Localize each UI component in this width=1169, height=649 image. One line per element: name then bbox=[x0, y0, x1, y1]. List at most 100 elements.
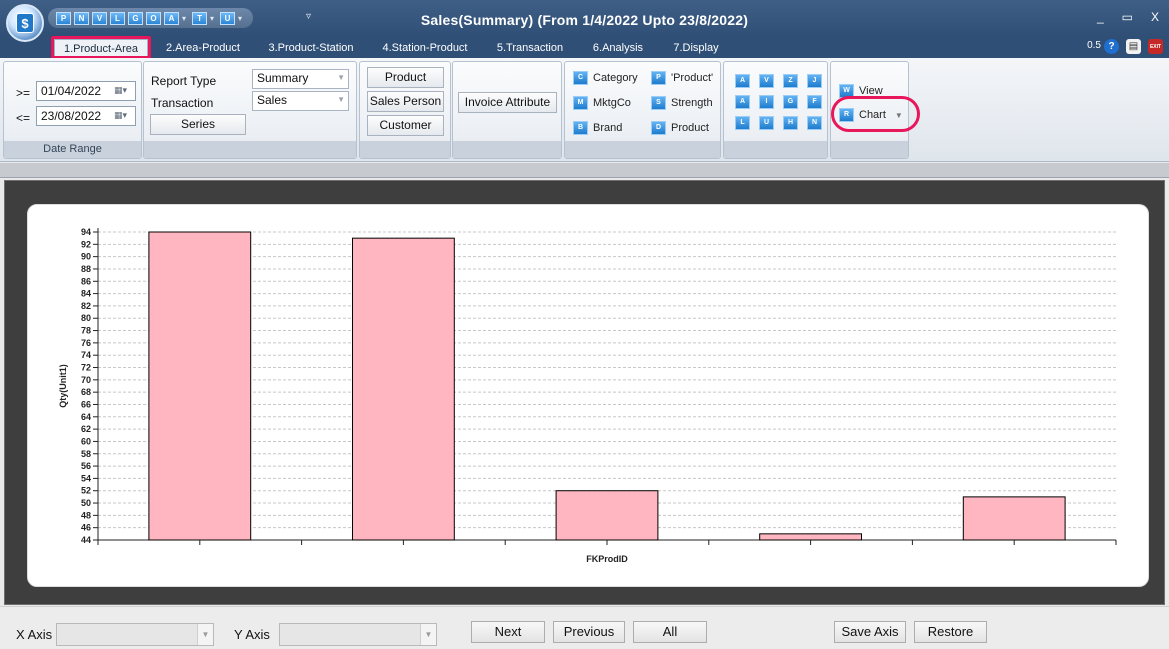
group-caption bbox=[144, 141, 356, 158]
minimize-button[interactable]: _ bbox=[1097, 10, 1104, 24]
app-logo[interactable]: $ bbox=[6, 4, 44, 42]
group-caption bbox=[360, 141, 450, 158]
sort-icon[interactable]: G bbox=[783, 95, 798, 109]
group-caption bbox=[724, 141, 827, 158]
bar bbox=[962, 496, 1066, 541]
category-label: Category bbox=[593, 72, 638, 84]
sort-icon[interactable]: A bbox=[735, 74, 750, 88]
tab-highlight-annotation bbox=[51, 36, 151, 59]
y-tick-label: 90 bbox=[81, 252, 91, 262]
dimension-group: Product Sales Person Customer bbox=[359, 61, 451, 159]
from-date-picker[interactable]: 01/04/2022 ▦▾ bbox=[36, 81, 136, 101]
y-tick-label: 52 bbox=[81, 486, 91, 496]
y-tick-label: 68 bbox=[81, 387, 91, 397]
report-settings-group: Report Type Summary ▼ Transaction Sales ▼ … bbox=[143, 61, 357, 159]
calendar-dropdown-icon: ▦▾ bbox=[114, 85, 128, 95]
exit-icon[interactable]: EXIT bbox=[1148, 39, 1163, 54]
invoice-attribute-group: Invoice Attribute bbox=[452, 61, 562, 159]
strength-filter[interactable]: S Strength bbox=[651, 96, 713, 110]
invoice-attribute-button[interactable]: Invoice Attribute bbox=[458, 92, 557, 113]
all-button[interactable]: All bbox=[633, 621, 707, 643]
report-type-select[interactable]: Summary ▼ bbox=[252, 69, 349, 89]
product-label: Product bbox=[671, 122, 709, 134]
toolbar-strip bbox=[0, 163, 1169, 178]
tab-product-station[interactable]: 3.Product-Station bbox=[262, 39, 360, 57]
document-icon[interactable]: ▤ bbox=[1126, 39, 1141, 54]
bar bbox=[148, 231, 252, 541]
product-quoted-filter[interactable]: P 'Product' bbox=[651, 71, 713, 85]
ribbon-tabs: 1.Product-Area 2.Area-Product 3.Product-… bbox=[0, 36, 1169, 58]
chevron-down-icon: ▼ bbox=[420, 624, 436, 645]
bar bbox=[352, 237, 455, 541]
y-tick-label: 60 bbox=[81, 436, 91, 446]
sort-group: A V Z J A I G F L U H N bbox=[723, 61, 828, 159]
sort-icon[interactable]: L bbox=[735, 116, 750, 130]
from-date-value: 01/04/2022 bbox=[41, 84, 102, 98]
save-axis-button[interactable]: Save Axis bbox=[834, 621, 906, 643]
sort-icon[interactable]: U bbox=[759, 116, 774, 130]
tab-display[interactable]: 7.Display bbox=[666, 39, 726, 57]
help-icon[interactable]: ? bbox=[1104, 39, 1119, 54]
sort-icon[interactable]: A bbox=[735, 95, 750, 109]
product-filter[interactable]: D Product bbox=[651, 121, 709, 135]
sort-icon[interactable]: J bbox=[807, 74, 822, 88]
y-axis-label: Y Axis bbox=[234, 627, 270, 642]
x-axis-select[interactable]: ▼ bbox=[56, 623, 214, 646]
product-button[interactable]: Product bbox=[367, 67, 444, 88]
sort-icon[interactable]: H bbox=[783, 116, 798, 130]
tab-station-product[interactable]: 4.Station-Product bbox=[376, 39, 474, 57]
next-button[interactable]: Next bbox=[471, 621, 545, 643]
close-button[interactable]: X bbox=[1151, 10, 1159, 24]
tab-analysis[interactable]: 6.Analysis bbox=[586, 39, 650, 57]
y-tick-label: 70 bbox=[81, 375, 91, 385]
product-quoted-label: 'Product' bbox=[671, 72, 714, 84]
tab-area-product[interactable]: 2.Area-Product bbox=[158, 39, 248, 57]
group-caption bbox=[831, 141, 908, 158]
sort-icon[interactable]: Z bbox=[783, 74, 798, 88]
category-filter[interactable]: C Category bbox=[573, 71, 638, 85]
tab-transaction[interactable]: 5.Transaction bbox=[490, 39, 570, 57]
chart-area: 44 46 48 50 52 54 56 58 60 62 64 66 68 70 72 74 76 78 80 82… bbox=[4, 180, 1165, 605]
product-icon: D bbox=[651, 121, 666, 135]
y-axis-title: Qty(Unit1) bbox=[58, 364, 68, 408]
to-date-value: 23/08/2022 bbox=[41, 109, 102, 123]
date-range-group: >= 01/04/2022 ▦▾ <= 23/08/2022 ▦▾ Date R… bbox=[3, 61, 142, 159]
y-tick-label: 78 bbox=[81, 326, 91, 336]
brand-filter[interactable]: B Brand bbox=[573, 121, 622, 135]
chart-highlight-annotation bbox=[831, 96, 920, 132]
sort-icon[interactable]: F bbox=[807, 95, 822, 109]
mktgco-label: MktgCo bbox=[593, 97, 631, 109]
title-bar: P N V L G O A ▾ T ▾ U ▾ ▿ Sales(Summary) (From 1/4/… bbox=[0, 0, 1169, 36]
sort-icon[interactable]: N bbox=[807, 116, 822, 130]
to-date-picker[interactable]: 23/08/2022 ▦▾ bbox=[36, 106, 136, 126]
restore-button[interactable]: ▭ bbox=[1122, 10, 1133, 24]
bar-chart[interactable]: 44 46 48 50 52 54 56 58 60 62 64 66 68 70 72 74 76 78 80 82… bbox=[28, 205, 1150, 588]
y-tick-label: 64 bbox=[81, 412, 91, 422]
bar bbox=[555, 490, 659, 541]
group-caption bbox=[453, 141, 561, 158]
y-tick-label: 80 bbox=[81, 313, 91, 323]
mktgco-filter[interactable]: M MktgCo bbox=[573, 96, 631, 110]
chevron-down-icon: ▼ bbox=[337, 73, 345, 82]
ribbon: >= 01/04/2022 ▦▾ <= 23/08/2022 ▦▾ Date R… bbox=[0, 58, 1169, 162]
y-axis-select[interactable]: ▼ bbox=[279, 623, 437, 646]
y-tick-label: 86 bbox=[81, 276, 91, 286]
date-range-caption: Date Range bbox=[4, 141, 141, 158]
sort-icon[interactable]: I bbox=[759, 95, 774, 109]
transaction-select[interactable]: Sales ▼ bbox=[252, 91, 349, 111]
sort-icon[interactable]: V bbox=[759, 74, 774, 88]
sales-person-button[interactable]: Sales Person bbox=[367, 91, 444, 112]
brand-label: Brand bbox=[593, 122, 623, 134]
y-tick-label: 62 bbox=[81, 424, 91, 434]
y-tick-label: 46 bbox=[81, 523, 91, 533]
strength-icon: S bbox=[651, 96, 666, 110]
restore-button[interactable]: Restore bbox=[914, 621, 987, 643]
series-button[interactable]: Series bbox=[150, 114, 246, 135]
bar bbox=[759, 533, 863, 541]
chart-card: 44 46 48 50 52 54 56 58 60 62 64 66 68 70 72 74 76 78 80 82… bbox=[27, 204, 1149, 587]
previous-button[interactable]: Previous bbox=[553, 621, 625, 643]
y-tick-label: 56 bbox=[81, 461, 91, 471]
customer-button[interactable]: Customer bbox=[367, 115, 444, 136]
y-tick-label: 50 bbox=[81, 498, 91, 508]
y-tick-label: 88 bbox=[81, 264, 91, 274]
